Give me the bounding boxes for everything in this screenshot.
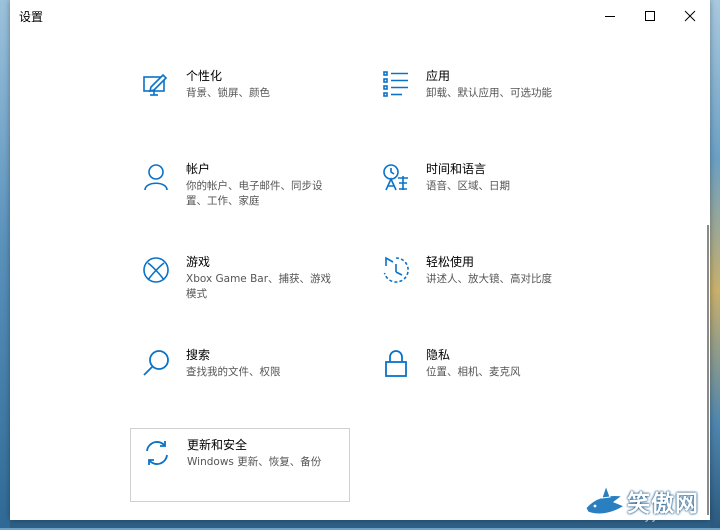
tile-description: Windows 更新、恢复、备份 — [187, 456, 322, 468]
accounts-icon — [142, 163, 170, 191]
time-language-icon — [382, 163, 410, 191]
minimize-icon — [605, 15, 615, 17]
update-sync-icon — [143, 439, 171, 467]
close-button[interactable] — [670, 0, 710, 31]
close-icon — [684, 10, 696, 21]
xbox-icon — [142, 256, 170, 284]
tile-description: 背景、锁屏、颜色 — [186, 87, 270, 99]
tile-name: 应用 — [426, 69, 451, 83]
personalization-icon — [142, 70, 170, 98]
title-bar[interactable]: 设置 — [10, 0, 710, 31]
search-icon — [142, 349, 170, 377]
tile-description: 你的帐户、电子邮件、同步设置、工作、家庭 — [186, 180, 323, 207]
tile-description: 讲述人、放大镜、高对比度 — [426, 273, 552, 285]
tile-description: Xbox Game Bar、捕获、游戏模式 — [186, 273, 332, 300]
minimize-button[interactable] — [590, 0, 630, 31]
tile-description: 查找我的文件、权限 — [186, 366, 281, 378]
settings-tile-privacy[interactable]: 隐私 位置、相机、麦克风 — [370, 339, 590, 413]
desktop-wallpaper-right — [710, 0, 720, 528]
settings-tile-gaming[interactable]: 游戏 Xbox Game Bar、捕获、游戏模式 — [130, 246, 350, 320]
settings-tile-apps[interactable]: 应用 卸载、默认应用、可选功能 — [370, 60, 590, 134]
settings-tile-accounts[interactable]: 帐户 你的帐户、电子邮件、同步设置、工作、家庭 — [130, 153, 350, 227]
window-title: 设置 — [19, 10, 44, 24]
tile-name: 搜索 — [186, 348, 211, 362]
settings-tile-time-language[interactable]: 时间和语言 语音、区域、日期 — [370, 153, 590, 227]
tile-description: 位置、相机、麦克风 — [426, 366, 521, 378]
settings-tile-personalization[interactable]: 个性化 背景、锁屏、颜色 — [130, 60, 350, 134]
privacy-lock-icon — [382, 349, 410, 377]
desktop-wallpaper-left — [0, 0, 10, 528]
apps-icon — [382, 70, 410, 98]
tile-name: 轻松使用 — [426, 255, 475, 269]
scrollbar[interactable] — [707, 225, 709, 515]
settings-tile-update-security[interactable]: 更新和安全 Windows 更新、恢复、备份 — [130, 428, 350, 502]
tile-name: 游戏 — [186, 255, 211, 269]
settings-tile-search[interactable]: 搜索 查找我的文件、权限 — [130, 339, 350, 413]
settings-tile-ease-of-access[interactable]: 轻松使用 讲述人、放大镜、高对比度 — [370, 246, 590, 320]
watermark-subtext: xajjn.com — [631, 513, 693, 522]
shark-icon — [585, 484, 626, 515]
tile-name: 更新和安全 — [187, 438, 248, 452]
tile-description: 卸载、默认应用、可选功能 — [426, 87, 552, 99]
settings-window: 设置 个性化 背景、锁屏、颜色 应用 卸载、默认应用、可选功能 帐户 你的帐户、… — [10, 0, 710, 520]
tile-name: 隐私 — [426, 348, 451, 362]
watermark-logo: 笑傲网 xajjn.com — [584, 482, 720, 528]
tile-description: 语音、区域、日期 — [426, 180, 510, 192]
maximize-button[interactable] — [630, 0, 670, 31]
tile-name: 时间和语言 — [426, 162, 487, 176]
ease-of-access-icon — [382, 256, 410, 284]
tile-name: 帐户 — [186, 162, 211, 176]
maximize-icon — [645, 10, 655, 21]
tile-name: 个性化 — [186, 69, 223, 83]
